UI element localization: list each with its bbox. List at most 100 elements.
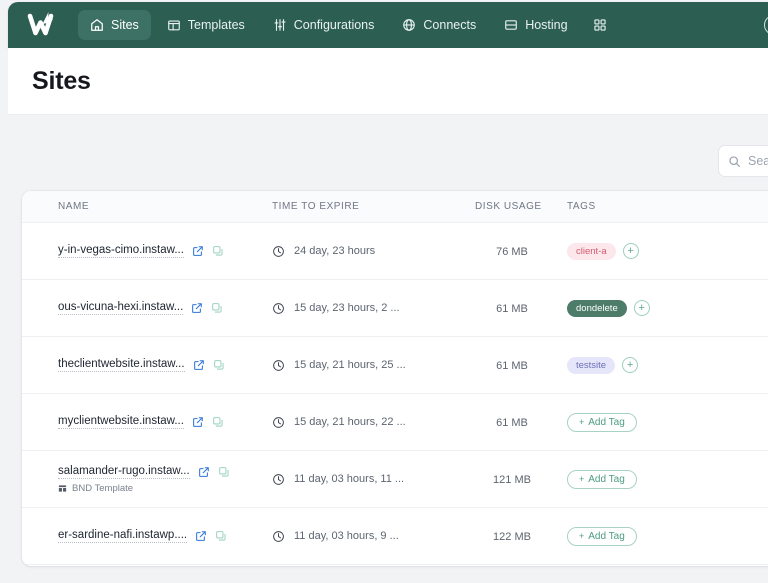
copy-icon[interactable] bbox=[218, 466, 230, 478]
cell-disk-usage: 61 MB bbox=[457, 299, 567, 317]
cell-name: theclientwebsite.instaw... bbox=[22, 358, 272, 372]
cell-disk-usage: 121 MB bbox=[457, 470, 567, 488]
copy-icon[interactable] bbox=[211, 302, 223, 314]
column-header-disk-usage: DISK USAGE bbox=[457, 201, 567, 212]
expire-text: 15 day, 23 hours, 2 ... bbox=[294, 302, 400, 314]
clock-icon bbox=[272, 530, 285, 543]
site-name-link[interactable]: theclientwebsite.instaw... bbox=[58, 358, 185, 372]
expire-text: 11 day, 03 hours, 9 ... bbox=[294, 530, 399, 542]
column-header-name: NAME bbox=[22, 201, 272, 212]
copy-icon[interactable] bbox=[215, 530, 227, 542]
site-name-link[interactable]: salamander-rugo.instaw... bbox=[58, 465, 190, 479]
external-link-icon[interactable] bbox=[192, 416, 204, 428]
clock-icon bbox=[272, 302, 285, 315]
disk-usage-text: 61 MB bbox=[496, 360, 528, 372]
tag-chip[interactable]: testsite bbox=[567, 357, 615, 374]
cell-tags: testsite + bbox=[567, 357, 747, 374]
site-name-link[interactable]: y-in-vegas-cimo.instaw... bbox=[58, 244, 184, 258]
column-header-tags: TAGS bbox=[567, 201, 747, 212]
add-tag-label: Add Tag bbox=[588, 531, 625, 542]
cell-tags: dondelete + bbox=[567, 300, 747, 317]
nav-item-connects[interactable]: Connects bbox=[390, 10, 488, 40]
disk-usage-text: 61 MB bbox=[496, 303, 528, 315]
tag-chip[interactable]: dondelete bbox=[567, 300, 627, 317]
expire-text: 15 day, 21 hours, 25 ... bbox=[294, 359, 406, 371]
sliders-icon bbox=[273, 18, 287, 32]
toolbar bbox=[8, 115, 768, 191]
table-row[interactable]: ous-vicuna-hexi.instaw... 15 day, 23 hour… bbox=[22, 280, 768, 337]
nav-item-apps-grid[interactable] bbox=[584, 10, 616, 40]
nav-label-configurations: Configurations bbox=[294, 18, 375, 32]
cell-tags: + Add Tag bbox=[567, 527, 747, 546]
search-input[interactable] bbox=[748, 154, 768, 168]
external-link-icon[interactable] bbox=[191, 302, 203, 314]
add-tag-plus-button[interactable]: + bbox=[623, 243, 639, 259]
nav-item-configurations[interactable]: Configurations bbox=[261, 10, 387, 40]
cell-name: myclientwebsite.instaw... bbox=[22, 415, 272, 429]
expire-text: 15 day, 21 hours, 22 ... bbox=[294, 416, 406, 428]
site-name-link[interactable]: myclientwebsite.instaw... bbox=[58, 415, 184, 429]
plus-icon: + bbox=[579, 474, 584, 484]
cell-disk-usage: 61 MB bbox=[457, 413, 567, 431]
row-subtitle-text: BND Template bbox=[72, 483, 133, 494]
nav-label-templates: Templates bbox=[188, 18, 245, 32]
table-body: y-in-vegas-cimo.instaw... 24 day, 23 hour… bbox=[22, 223, 768, 565]
table-row[interactable]: theclientwebsite.instaw... 15 day, 21 hou… bbox=[22, 337, 768, 394]
nav-items: Sites Templates Config bbox=[78, 10, 616, 40]
nav-item-sites[interactable]: Sites bbox=[78, 10, 151, 40]
clock-icon bbox=[272, 359, 285, 372]
top-navigation-bar: Sites Templates Config bbox=[8, 2, 768, 48]
nav-label-connects: Connects bbox=[423, 18, 476, 32]
nav-label-hosting: Hosting bbox=[525, 18, 567, 32]
expire-text: 24 day, 23 hours bbox=[294, 245, 375, 257]
disk-usage-text: 121 MB bbox=[493, 474, 531, 486]
external-link-icon[interactable] bbox=[198, 466, 210, 478]
cell-name: er-sardine-nafi.instawp.... bbox=[22, 529, 272, 543]
add-tag-button[interactable]: + Add Tag bbox=[567, 470, 637, 489]
cell-time-to-expire: 11 day, 03 hours, 11 ... bbox=[272, 473, 457, 486]
external-link-icon[interactable] bbox=[193, 359, 205, 371]
table-row[interactable]: y-in-vegas-cimo.instaw... 24 day, 23 hour… bbox=[22, 223, 768, 280]
page-header: Sites bbox=[8, 48, 768, 115]
clock-icon bbox=[272, 473, 285, 486]
cell-time-to-expire: 15 day, 21 hours, 22 ... bbox=[272, 416, 457, 429]
nav-item-templates[interactable]: Templates bbox=[155, 10, 257, 40]
external-link-icon[interactable] bbox=[195, 530, 207, 542]
cell-disk-usage: 76 MB bbox=[457, 242, 567, 260]
add-tag-label: Add Tag bbox=[588, 417, 625, 428]
add-tag-plus-button[interactable]: + bbox=[634, 300, 650, 316]
weforms-logo[interactable] bbox=[24, 8, 64, 42]
table-row[interactable]: salamander-rugo.instaw... BND Template 11 … bbox=[22, 451, 768, 508]
disk-usage-text: 76 MB bbox=[496, 246, 528, 258]
cell-time-to-expire: 11 day, 03 hours, 9 ... bbox=[272, 530, 457, 543]
table-row[interactable]: er-sardine-nafi.instawp.... 11 day, 03 ho… bbox=[22, 508, 768, 565]
site-name-link[interactable]: ous-vicuna-hexi.instaw... bbox=[58, 301, 183, 315]
cell-time-to-expire: 24 day, 23 hours bbox=[272, 245, 457, 258]
cell-time-to-expire: 15 day, 23 hours, 2 ... bbox=[272, 302, 457, 315]
cell-name: salamander-rugo.instaw... BND Template bbox=[22, 465, 272, 494]
tag-chip[interactable]: client-a bbox=[567, 243, 616, 260]
copy-icon[interactable] bbox=[212, 416, 224, 428]
site-name-link[interactable]: er-sardine-nafi.instawp.... bbox=[58, 529, 187, 543]
search-box[interactable] bbox=[718, 145, 768, 177]
add-tag-plus-button[interactable]: + bbox=[622, 357, 638, 373]
home-icon bbox=[90, 18, 104, 32]
table-row[interactable]: myclientwebsite.instaw... 15 day, 21 hour… bbox=[22, 394, 768, 451]
templates-icon bbox=[167, 18, 181, 32]
add-tag-label: Add Tag bbox=[588, 474, 625, 485]
column-header-time-to-expire: TIME TO EXPIRE bbox=[272, 201, 457, 212]
row-subtitle: BND Template bbox=[58, 483, 272, 494]
help-icon[interactable]: ? bbox=[764, 15, 768, 35]
copy-icon[interactable] bbox=[213, 359, 225, 371]
nav-item-hosting[interactable]: Hosting bbox=[492, 10, 579, 40]
external-link-icon[interactable] bbox=[192, 245, 204, 257]
add-tag-button[interactable]: + Add Tag bbox=[567, 527, 637, 546]
cell-tags: +Add Tag bbox=[567, 413, 747, 432]
copy-icon[interactable] bbox=[212, 245, 224, 257]
sites-table-card: NAME TIME TO EXPIRE DISK USAGE TAGS y-in… bbox=[22, 191, 768, 566]
plus-icon: + bbox=[579, 531, 584, 541]
add-tag-button[interactable]: +Add Tag bbox=[567, 413, 637, 432]
disk-usage-text: 122 MB bbox=[493, 531, 531, 543]
template-icon bbox=[58, 484, 67, 493]
clock-icon bbox=[272, 416, 285, 429]
